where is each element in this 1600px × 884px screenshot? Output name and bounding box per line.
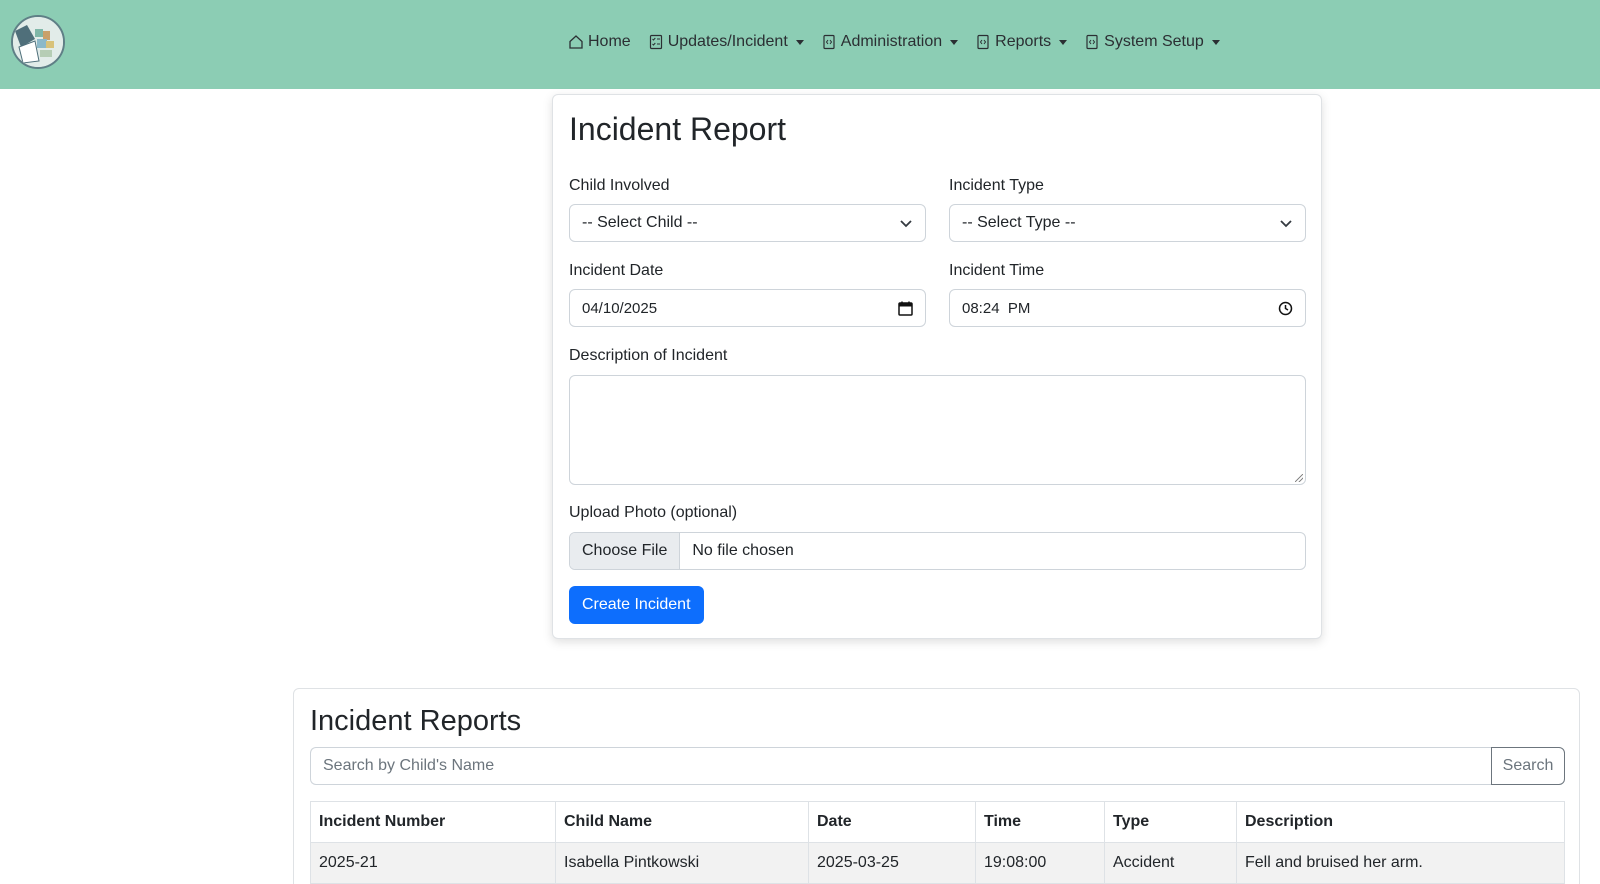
- search-input[interactable]: Search by Child's Name: [310, 747, 1492, 785]
- table-row[interactable]: 2025-21 Isabella Pintkowski 2025-03-25 1…: [310, 842, 1565, 884]
- table-header-row: Incident Number Child Name Date Time Typ…: [310, 801, 1565, 843]
- nav-updates-incident-label: Updates/Incident: [667, 33, 788, 50]
- file-code-icon: [823, 34, 835, 50]
- home-icon: [569, 35, 583, 49]
- incident-time-value: 08:24 PM: [962, 299, 1031, 317]
- child-select-value: -- Select Child --: [582, 214, 698, 231]
- incident-date-input[interactable]: 04/10/2025: [569, 289, 926, 327]
- upload-photo-label: Upload Photo (optional): [569, 504, 738, 521]
- chevron-down-icon: [950, 39, 959, 45]
- incident-time-input[interactable]: 08:24 PM: [949, 289, 1306, 327]
- description-textarea[interactable]: [569, 375, 1306, 485]
- checklist-icon: [649, 34, 662, 50]
- incident-type-label: Incident Type: [949, 177, 1044, 194]
- table-cell: Accident: [1104, 842, 1237, 884]
- description-label: Description of Incident: [569, 347, 728, 364]
- main-nav: Home Updates/Incident Administration Rep…: [568, 30, 1237, 54]
- table-cell: Fell and bruised her arm.: [1236, 842, 1565, 884]
- incident-type-select[interactable]: -- Select Type --: [949, 204, 1306, 242]
- column-header[interactable]: Time: [975, 801, 1105, 843]
- chevron-down-icon: [1059, 39, 1068, 45]
- column-header[interactable]: Date: [808, 801, 976, 843]
- child-involved-label: Child Involved: [569, 177, 670, 194]
- incident-type-value: -- Select Type --: [962, 214, 1076, 231]
- chevron-down-icon: [1280, 220, 1292, 228]
- app-logo[interactable]: [11, 15, 65, 69]
- nav-reports-label: Reports: [995, 33, 1052, 50]
- column-header[interactable]: Incident Number: [310, 801, 556, 843]
- chevron-down-icon: [795, 39, 804, 45]
- incident-table: Incident Number Child Name Date Time Typ…: [310, 801, 1565, 884]
- incident-time-label: Incident Time: [949, 262, 1045, 279]
- table-cell: 19:08:00: [975, 842, 1105, 884]
- nav-home[interactable]: Home: [568, 33, 631, 51]
- column-header[interactable]: Description: [1236, 801, 1565, 843]
- table-cell: Isabella Pintkowski: [555, 842, 809, 884]
- chevron-down-icon: [1211, 39, 1220, 45]
- column-header[interactable]: Child Name: [555, 801, 809, 843]
- create-incident-button[interactable]: Create Incident: [569, 586, 704, 624]
- incident-form-card: Incident Report Child Involved -- Select…: [552, 94, 1322, 639]
- choose-file-button[interactable]: Choose File: [570, 533, 681, 569]
- file-status-text: No file chosen: [692, 542, 794, 559]
- nav-updates-incident[interactable]: Updates/Incident: [648, 33, 804, 51]
- incident-date-label: Incident Date: [569, 262, 664, 279]
- reports-title: Incident Reports: [310, 705, 522, 737]
- navbar: Home Updates/Incident Administration Rep…: [0, 0, 1600, 89]
- search-button[interactable]: Search: [1491, 747, 1565, 785]
- file-code-icon: [1086, 34, 1098, 50]
- nav-administration-label: Administration: [840, 33, 943, 50]
- incident-date-value: 04/10/2025: [582, 299, 658, 317]
- chevron-down-icon: [900, 220, 912, 228]
- child-select[interactable]: -- Select Child --: [569, 204, 926, 242]
- column-header[interactable]: Type: [1104, 801, 1237, 843]
- photo-file-input[interactable]: Choose File No file chosen: [569, 532, 1306, 570]
- page-title: Incident Report: [569, 111, 787, 147]
- table-cell: 2025-21: [310, 842, 556, 884]
- clock-icon[interactable]: [1278, 301, 1293, 316]
- file-code-icon: [977, 34, 989, 50]
- incident-reports-card: Incident Reports Search by Child's Name …: [293, 688, 1580, 884]
- nav-administration[interactable]: Administration: [821, 33, 959, 51]
- nav-home-label: Home: [588, 33, 631, 50]
- resize-handle-icon[interactable]: [1295, 474, 1303, 482]
- calendar-icon[interactable]: [898, 301, 913, 316]
- nav-reports[interactable]: Reports: [975, 33, 1068, 51]
- nav-system-setup-label: System Setup: [1104, 33, 1204, 50]
- nav-system-setup[interactable]: System Setup: [1084, 33, 1220, 51]
- table-cell: 2025-03-25: [808, 842, 976, 884]
